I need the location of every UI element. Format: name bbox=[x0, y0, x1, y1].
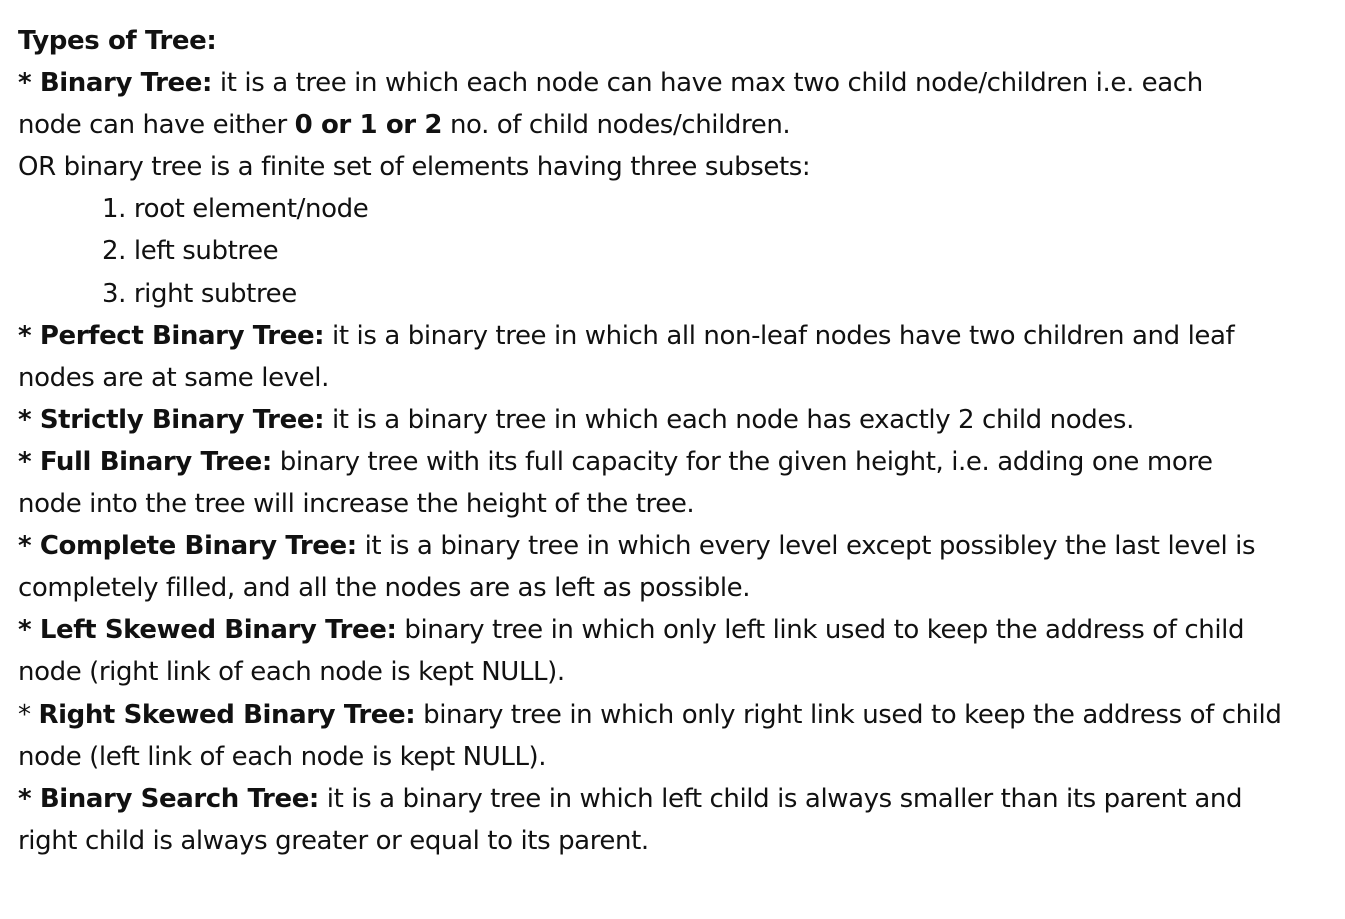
right-skewed-star: * bbox=[18, 699, 39, 730]
full-line-1: * Full Binary Tree: binary tree with its… bbox=[18, 441, 1345, 483]
document-page: Types of Tree: * Binary Tree: it is a tr… bbox=[0, 0, 1345, 919]
complete-line-1: * Complete Binary Tree: it is a binary t… bbox=[18, 525, 1345, 567]
right-skewed-term: Right Skewed Binary Tree: bbox=[38, 699, 416, 730]
bst-definition: it is a binary tree in which left child … bbox=[318, 783, 1243, 814]
subset-item: 1. root element/node bbox=[102, 194, 369, 225]
strictly-term: * Strictly Binary Tree: bbox=[18, 404, 325, 435]
full-term: * Full Binary Tree: bbox=[18, 446, 272, 477]
binary-tree-line-1: * Binary Tree: it is a tree in which eac… bbox=[18, 62, 1345, 104]
binary-tree-line-2: node can have either 0 or 1 or 2 no. of … bbox=[18, 104, 1345, 146]
left-skewed-line-1: * Left Skewed Binary Tree: binary tree i… bbox=[18, 609, 1345, 651]
binary-tree-alt-definition: OR binary tree is a finite set of elemen… bbox=[18, 152, 811, 183]
subset-item: 3. right subtree bbox=[102, 278, 297, 309]
complete-line-2: completely filled, and all the nodes are… bbox=[18, 573, 751, 604]
bst-line-1: * Binary Search Tree: it is a binary tre… bbox=[18, 778, 1345, 820]
perfect-term: * Perfect Binary Tree: bbox=[18, 320, 325, 351]
perfect-definition: it is a binary tree in which all non-lea… bbox=[324, 320, 1235, 351]
strictly-definition: it is a binary tree in which each node h… bbox=[324, 404, 1134, 435]
complete-definition: it is a binary tree in which every level… bbox=[356, 531, 1256, 562]
perfect-line-1: * Perfect Binary Tree: it is a binary tr… bbox=[18, 315, 1345, 357]
complete-term: * Complete Binary Tree: bbox=[18, 531, 357, 562]
left-skewed-line-2: node (right link of each node is kept NU… bbox=[18, 657, 565, 688]
full-line-2: node into the tree will increase the hei… bbox=[18, 489, 695, 520]
left-skewed-definition: binary tree in which only left link used… bbox=[396, 615, 1245, 646]
left-skewed-term: * Left Skewed Binary Tree: bbox=[18, 615, 397, 646]
full-definition: binary tree with its full capacity for t… bbox=[271, 446, 1213, 477]
bst-term: * Binary Search Tree: bbox=[18, 783, 319, 814]
perfect-line-2: nodes are at same level. bbox=[18, 362, 329, 393]
strictly-line-1: * Strictly Binary Tree: it is a binary t… bbox=[18, 399, 1345, 441]
right-skewed-line-1: * Right Skewed Binary Tree: binary tree … bbox=[18, 694, 1345, 736]
bst-line-2: right child is always greater or equal t… bbox=[18, 825, 649, 856]
right-skewed-line-2: node (left link of each node is kept NUL… bbox=[18, 741, 547, 772]
binary-tree-term: * Binary Tree: bbox=[18, 68, 213, 99]
binary-tree-def-post: no. of child nodes/children. bbox=[442, 110, 791, 141]
heading: Types of Tree: bbox=[18, 26, 217, 56]
binary-tree-definition: it is a tree in which each node can have… bbox=[212, 68, 1203, 99]
right-skewed-definition: binary tree in which only right link use… bbox=[415, 699, 1282, 730]
subset-item: 2. left subtree bbox=[102, 236, 279, 267]
binary-tree-child-counts: 0 or 1 or 2 bbox=[294, 110, 443, 141]
binary-tree-def-pre: node can have either bbox=[18, 110, 295, 141]
